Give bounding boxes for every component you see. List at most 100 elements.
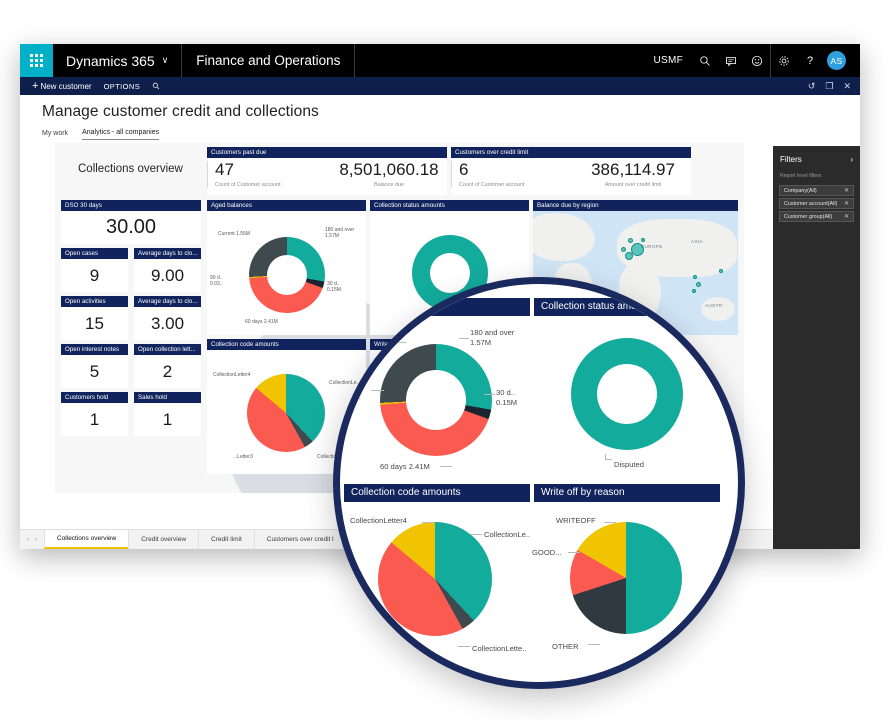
smiley-icon[interactable] — [744, 44, 770, 77]
landmass-north-america — [533, 213, 595, 261]
chevron-right-icon[interactable]: › — [850, 155, 853, 164]
brand-menu[interactable]: Dynamics 365 ∨ — [53, 44, 181, 77]
tab-collections-overview[interactable]: Collections overview — [44, 530, 129, 549]
next-page-icon[interactable]: › — [35, 537, 37, 543]
tile-header: Collection code amounts — [344, 484, 530, 502]
kpi-value: 2 — [162, 361, 173, 381]
slice-label-current: Current 1.55M — [218, 231, 250, 237]
tab-credit-limit[interactable]: Credit limit — [198, 530, 254, 549]
kpi-count-group: 47 Count of Customer account — [207, 161, 331, 188]
leader-line — [588, 644, 600, 645]
leader-line — [682, 642, 694, 643]
brand-label: Dynamics 365 — [66, 52, 155, 69]
nav-divider-2 — [354, 44, 356, 77]
kpi-value: 15 — [85, 313, 104, 333]
tile-header: DSO 30 days — [61, 200, 201, 211]
restore-icon[interactable]: ❐ — [825, 81, 833, 91]
slice-label-collectionletter4: CollectionLetter4 — [350, 516, 407, 525]
tile-header: Open interest notes — [61, 344, 128, 355]
tile-open-cases[interactable]: Open cases 9 — [61, 248, 128, 292]
magnifier-lens: Aged balances nt 1.55M 180 and over 1.57M… — [333, 277, 745, 689]
tile-sales-hold[interactable]: Sales hold 1 — [134, 392, 201, 436]
tile-open-collection-letters[interactable]: Open collection lett... 2 — [134, 344, 201, 388]
map-bubble — [625, 252, 633, 260]
close-icon[interactable]: ✕ — [844, 187, 849, 194]
action-search-icon[interactable] — [146, 82, 166, 90]
tile-average-days-to-close-activities[interactable]: Average days to clo... 3.00 — [134, 296, 201, 340]
nav-right-cluster: USMF ? AS — [644, 44, 860, 77]
action-pane: + New customer OPTIONS ↺ ❐ ✕ — [20, 77, 860, 95]
map-label-europe: EUROPE — [641, 244, 663, 249]
kpi-value: 6 — [459, 160, 469, 179]
slice-label-collectionletter4: CollectionLetter4 — [213, 372, 251, 378]
close-icon[interactable]: ✕ — [844, 200, 849, 207]
leader-line — [422, 522, 434, 523]
leader-line — [484, 394, 495, 395]
module-name[interactable]: Finance and Operations — [182, 44, 354, 77]
refresh-icon[interactable]: ↺ — [808, 81, 816, 91]
tile-open-activities[interactable]: Open activities 15 — [61, 296, 128, 340]
filter-chip-company[interactable]: Company(All) ✕ — [779, 185, 854, 196]
new-customer-label: New customer — [40, 81, 92, 91]
close-icon[interactable]: ✕ — [844, 213, 849, 220]
tile-customers-past-due[interactable]: Customers past due 47 Count of Customer … — [207, 147, 447, 195]
map-bubble — [719, 269, 723, 273]
donut-hole — [267, 255, 307, 295]
waffle-grid-icon[interactable] — [20, 44, 53, 77]
report-title: Collections overview — [78, 163, 183, 175]
filter-chip-customer-account[interactable]: Customer account(All) ✕ — [779, 198, 854, 209]
page-title: Manage customer credit and collections — [42, 103, 319, 120]
tile-dso-30-days[interactable]: DSO 30 days 30.00 — [61, 200, 201, 244]
magnified-report-region: Aged balances nt 1.55M 180 and over 1.57M… — [340, 284, 738, 682]
leader-line — [470, 534, 482, 535]
new-customer-button[interactable]: + New customer — [26, 80, 98, 92]
window-controls: ↺ ❐ ✕ — [808, 81, 860, 91]
page-tab-analytics[interactable]: Analytics - all companies — [82, 129, 160, 140]
leader-line — [604, 522, 616, 523]
kpi-value: 1 — [162, 409, 173, 429]
kpi-count-group: 6 Count of Customer account — [451, 161, 575, 188]
mag-tile-collection-code-amounts[interactable]: Collection code amounts CollectionLetter… — [344, 484, 530, 666]
mag-tile-write-off-by-reason[interactable]: Write off by reason WRITEOFF GOOD... OTH… — [532, 484, 720, 666]
leader-line — [458, 646, 470, 647]
mag-tile-aged-balances[interactable]: Aged balances nt 1.55M 180 and over 1.57M… — [340, 298, 530, 480]
slice-label-collectionletter3: ...Letter3 — [233, 454, 253, 460]
slice-label-90-days: 90 d.. 0.03.. — [342, 382, 361, 401]
kpi-label: Count of Customer account — [215, 181, 281, 188]
feedback-icon[interactable] — [718, 44, 744, 77]
leader-line — [459, 338, 469, 339]
leader-line — [605, 459, 612, 460]
filter-chip-customer-group[interactable]: Customer group(All) ✕ — [779, 211, 854, 222]
page-tab-my-work[interactable]: My work — [42, 130, 68, 140]
tab-credit-overview[interactable]: Credit overview — [128, 530, 198, 549]
slice-label-180-and-over: 180 and over 1.57M — [325, 227, 355, 240]
options-button[interactable]: OPTIONS — [98, 82, 147, 91]
prev-page-icon[interactable]: ‹ — [27, 537, 29, 543]
filter-chip-label: Company(All) — [784, 187, 817, 194]
slice-label-60-days: 60 days 2.41M — [380, 462, 430, 471]
tile-customers-hold[interactable]: Customers hold 1 — [61, 392, 128, 436]
mag-tile-collection-status-amounts[interactable]: Collection status amounts Disputed — [534, 298, 720, 480]
tile-average-days-to-close-cases[interactable]: Average days to clo... 9.00 — [134, 248, 201, 292]
pie-write-off — [570, 522, 682, 634]
tab-customers-over-credit-limit[interactable]: Customers over credit l — [253, 530, 346, 549]
donut-hole — [406, 370, 466, 430]
pie-collection-code — [247, 374, 325, 452]
leader-line — [371, 390, 384, 391]
gear-icon[interactable] — [771, 44, 797, 77]
tile-customers-over-credit-limit[interactable]: Customers over credit limit 6 Count of C… — [451, 147, 691, 195]
tile-open-interest-notes[interactable]: Open interest notes 5 — [61, 344, 128, 388]
map-label-asia: ASIA — [691, 239, 704, 244]
map-bubble — [628, 238, 633, 243]
tile-header: Average days to clo... — [134, 248, 201, 259]
company-indicator[interactable]: USMF — [644, 55, 692, 66]
filters-subtitle: Report level filters — [780, 173, 822, 179]
slice-label-current: nt 1.55M — [340, 334, 370, 343]
help-icon[interactable]: ? — [797, 44, 823, 77]
tile-header: Average days to clo... — [134, 296, 201, 307]
close-icon[interactable]: ✕ — [843, 81, 851, 91]
filters-header[interactable]: Filters › — [773, 146, 860, 164]
search-icon[interactable] — [692, 44, 718, 77]
slice-label-disputed: Disputed — [614, 460, 644, 469]
avatar[interactable]: AS — [827, 51, 846, 70]
